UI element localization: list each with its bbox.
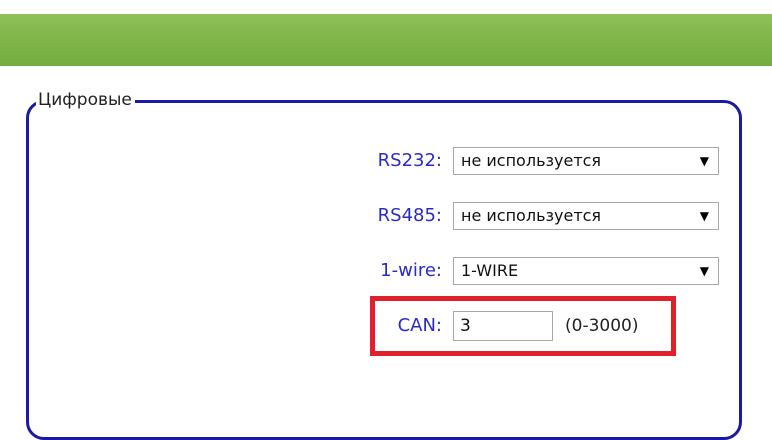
dropdown-arrow-icon: ▼: [699, 154, 709, 168]
rs232-row: RS232: не используется ▼: [0, 146, 772, 176]
can-highlight-box: [370, 296, 676, 356]
rs232-label: RS232:: [377, 150, 442, 171]
onewire-select-value: 1-WIRE: [461, 261, 519, 280]
rs485-row: RS485: не используется ▼: [0, 201, 772, 231]
header-bar: [0, 14, 772, 66]
rs232-select-value: не используется: [461, 151, 602, 170]
rs485-label: RS485:: [377, 205, 442, 226]
onewire-select[interactable]: 1-WIRE ▼: [453, 257, 719, 285]
rs485-select[interactable]: не используется ▼: [453, 202, 719, 230]
dropdown-arrow-icon: ▼: [699, 264, 709, 278]
rs232-select[interactable]: не используется ▼: [453, 147, 719, 175]
onewire-row: 1-wire: 1-WIRE ▼: [0, 256, 772, 286]
onewire-label: 1-wire:: [380, 260, 442, 281]
fieldset-legend: Цифровые: [36, 88, 135, 112]
rs485-select-value: не используется: [461, 206, 602, 225]
dropdown-arrow-icon: ▼: [699, 209, 709, 223]
